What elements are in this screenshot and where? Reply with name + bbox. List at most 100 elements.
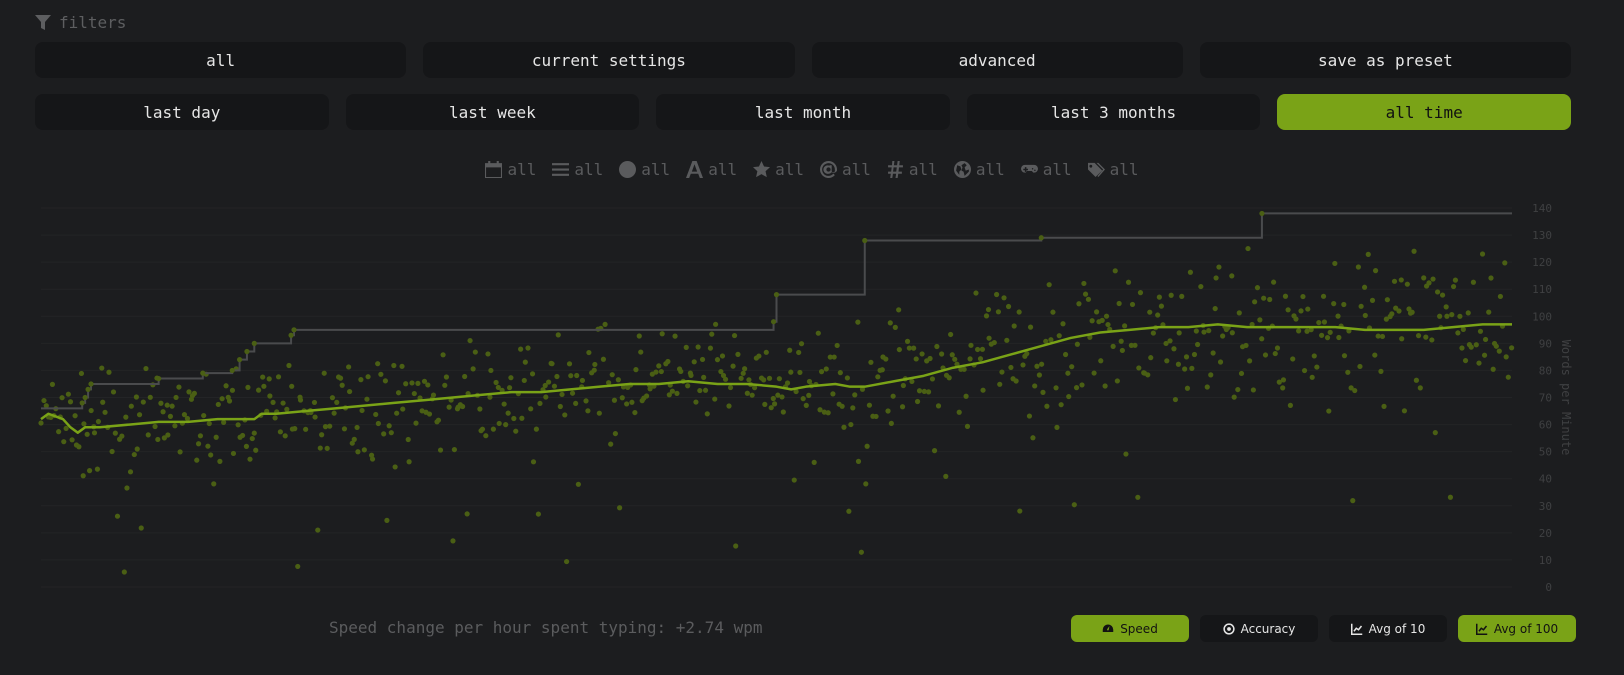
data-point [787, 347, 793, 353]
subfilter-difficulty[interactable]: all [753, 160, 804, 179]
personal-best-point [82, 394, 88, 401]
data-point [317, 445, 323, 451]
data-point [967, 356, 973, 362]
data-point [999, 369, 1005, 375]
personal-best-point [770, 319, 777, 325]
subfilter-words[interactable]: all [686, 160, 737, 179]
y-tick-label: 30 [1539, 500, 1552, 513]
data-point [566, 361, 573, 367]
data-point [1243, 342, 1249, 349]
data-point [818, 369, 825, 375]
data-point [1103, 313, 1110, 319]
subfilter-tags[interactable]: all [1087, 160, 1139, 179]
last-day-button[interactable]: last day [35, 94, 329, 130]
data-point [1119, 347, 1125, 354]
data-point [411, 390, 417, 397]
subfilter-language[interactable]: all [953, 160, 1005, 179]
personal-best-point [251, 340, 257, 346]
data-point [1034, 363, 1040, 369]
personal-best-point [1259, 210, 1265, 217]
data-point [1020, 362, 1026, 368]
data-point [483, 433, 489, 439]
y-tick-label: 50 [1539, 446, 1552, 459]
data-point [1462, 357, 1469, 364]
avg-of-10-toggle[interactable]: Avg of 10 [1329, 615, 1447, 642]
globe-icon [953, 161, 971, 178]
last-week-button[interactable]: last week [345, 94, 640, 130]
avg-of-10-toggle-label: Avg of 10 [1368, 621, 1426, 636]
subfilter-punctuation[interactable]: all [820, 160, 871, 179]
data-point [152, 423, 158, 430]
data-point [1335, 313, 1341, 319]
data-point [1048, 337, 1054, 343]
speed-toggle[interactable]: Speed [1071, 615, 1189, 642]
data-point [624, 401, 630, 407]
data-point [131, 451, 137, 458]
data-point [1132, 342, 1138, 348]
filters-header[interactable]: filters [35, 13, 126, 32]
data-point [855, 458, 862, 464]
data-point [1497, 293, 1504, 300]
data-point [983, 313, 990, 319]
data-point [899, 404, 906, 410]
data-point [112, 430, 118, 436]
data-point [1389, 311, 1395, 317]
last-month-button[interactable]: last month [656, 94, 950, 130]
save-as-preset-button[interactable]: save as preset [1199, 42, 1571, 78]
data-point [961, 366, 967, 372]
data-point [844, 375, 850, 381]
data-point [1305, 306, 1311, 312]
data-point [266, 376, 272, 382]
data-point [629, 399, 635, 405]
data-point [546, 379, 552, 385]
data-point [140, 399, 146, 405]
data-point [1172, 396, 1179, 403]
data-point [1443, 304, 1449, 310]
wpm-history-chart[interactable]: 0 10 20 30 40 50 60 70 80 90 100 110 120 130 140 Words … [0, 195, 1624, 595]
data-point [1001, 295, 1007, 301]
data-point [123, 414, 129, 420]
data-point [1053, 385, 1059, 391]
data-point [823, 366, 829, 372]
data-point [574, 372, 580, 379]
subfilter-date[interactable]: all [485, 160, 536, 179]
accuracy-toggle[interactable]: Accuracy [1200, 615, 1318, 642]
data-point [1326, 408, 1332, 414]
data-point [86, 468, 93, 474]
current-settings-button[interactable]: current settings [423, 42, 795, 78]
data-point [1505, 374, 1511, 380]
data-point [400, 406, 406, 412]
data-point [450, 538, 456, 544]
data-point [506, 385, 513, 391]
data-point [208, 452, 214, 458]
subfilter-mode[interactable]: all [552, 160, 603, 179]
filter-all-button[interactable]: all [35, 42, 407, 78]
avg-of-100-toggle[interactable]: Avg of 100 [1458, 615, 1576, 642]
subfilter-time[interactable]: all [619, 160, 670, 179]
data-point [158, 400, 164, 406]
data-point [1401, 408, 1408, 414]
data-point [80, 473, 86, 479]
data-point [284, 406, 290, 412]
data-point [564, 558, 570, 565]
data-point [730, 363, 736, 369]
advanced-button[interactable]: advanced [811, 42, 1183, 78]
data-point [1175, 361, 1182, 367]
data-point [221, 419, 227, 425]
data-point [1054, 424, 1060, 430]
data-point [1229, 273, 1235, 279]
data-point [1399, 336, 1405, 342]
data-point [719, 353, 726, 359]
data-point [1372, 268, 1379, 274]
all-time-button[interactable]: all time [1277, 94, 1571, 130]
subfilter-numbers[interactable]: all [887, 160, 938, 179]
subfilter-funbox[interactable]: all [1020, 160, 1072, 179]
data-point [1112, 268, 1118, 274]
personal-best-point [244, 348, 250, 355]
data-point [1421, 275, 1427, 281]
data-point [133, 394, 140, 400]
data-point [1110, 343, 1116, 349]
last-3-months-button[interactable]: last 3 months [966, 94, 1261, 130]
data-point [1477, 328, 1484, 334]
data-point [797, 369, 803, 376]
